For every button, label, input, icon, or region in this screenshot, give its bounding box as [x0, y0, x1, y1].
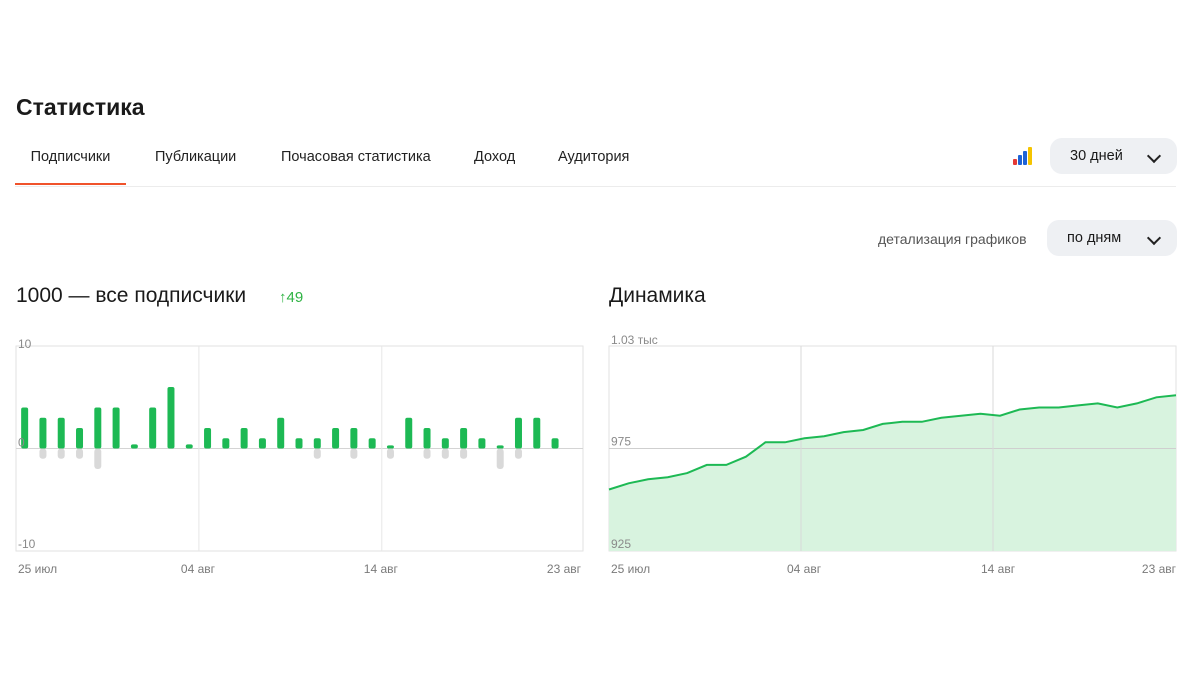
- bar-unsubscribed: [350, 448, 358, 459]
- bar-unsubscribed: [386, 448, 394, 459]
- detail-select[interactable]: по дням: [1047, 220, 1177, 256]
- tab-publications[interactable]: Публикации: [155, 138, 236, 185]
- delta-value: 49: [286, 289, 304, 306]
- dynamics-title: Динамика: [609, 284, 706, 307]
- period-value: 30 дней: [1070, 148, 1123, 164]
- dynamics-area-chart: 1.03 тыс 975 925 25 июл 04 авг 14 авг 23 авг: [608, 333, 1177, 576]
- y-tick-label: 1.03 тыс: [611, 333, 658, 347]
- x-tick-label: 23 авг: [1142, 562, 1177, 576]
- bar-subscribed: [94, 407, 102, 449]
- bar-subscribed: [386, 445, 394, 449]
- bar-subscribed: [39, 417, 47, 449]
- bar-unsubscribed: [94, 448, 102, 469]
- bar-subscribed: [277, 417, 285, 449]
- bar-subscribed: [478, 438, 486, 449]
- bar-subscribed: [551, 438, 559, 449]
- bar-unsubscribed: [57, 448, 65, 459]
- bar-unsubscribed: [76, 448, 84, 459]
- bar-unsubscribed: [441, 448, 449, 459]
- bar-subscribed: [514, 417, 522, 449]
- bar-unsubscribed: [460, 448, 468, 459]
- bar-subscribed: [350, 428, 358, 449]
- x-tick-label: 14 авг: [364, 562, 399, 576]
- bar-subscribed: [204, 428, 212, 449]
- bar-subscribed: [149, 407, 157, 449]
- subscribers-delta: ↑49: [279, 289, 303, 306]
- bar-subscribed: [496, 445, 504, 449]
- bar-subscribed: [313, 438, 321, 449]
- bar-subscribed: [295, 438, 303, 449]
- y-tick-label: -10: [18, 537, 36, 551]
- bar-subscribed: [460, 428, 468, 449]
- tab-hourly-stats[interactable]: Почасовая статистика: [281, 138, 431, 185]
- tab-audience[interactable]: Аудитория: [558, 138, 629, 185]
- chevron-down-icon: [1146, 230, 1162, 246]
- bar-chart-icon[interactable]: [1013, 147, 1033, 165]
- y-tick-label: 10: [18, 337, 32, 351]
- y-tick-label: 975: [611, 435, 631, 449]
- detail-value: по дням: [1067, 230, 1122, 246]
- period-select[interactable]: 30 дней: [1050, 138, 1177, 174]
- y-tick-label: 925: [611, 537, 631, 551]
- bar-subscribed: [240, 428, 248, 449]
- tab-subscribers[interactable]: Подписчики: [15, 138, 126, 185]
- bar-subscribed: [185, 444, 193, 449]
- arrow-up-icon: ↑: [279, 289, 287, 306]
- bar-subscribed: [441, 438, 449, 449]
- detail-label: детализация графиков: [878, 231, 1027, 247]
- x-tick-label: 04 авг: [181, 562, 216, 576]
- bar-subscribed: [76, 428, 84, 449]
- bar-subscribed: [405, 417, 413, 449]
- bar-subscribed: [222, 438, 230, 449]
- subscribers-title: 1000 — все подписчики: [16, 284, 247, 307]
- bar-subscribed: [368, 438, 376, 449]
- bar-unsubscribed: [423, 448, 431, 459]
- subscribers-bar-chart: 10 0 -10 25 июл 04 авг 14 авг 23 авг: [15, 337, 584, 576]
- area-fill: [609, 395, 1176, 551]
- bar-unsubscribed: [313, 448, 321, 459]
- bar-subscribed: [332, 428, 340, 449]
- bar-subscribed: [112, 407, 120, 449]
- bar-subscribed: [258, 438, 266, 449]
- x-tick-label: 25 июл: [18, 562, 57, 576]
- page-title: Статистика: [16, 94, 145, 120]
- bar-subscribed: [130, 444, 138, 449]
- bar-unsubscribed: [496, 448, 504, 469]
- bar-unsubscribed: [514, 448, 522, 459]
- x-tick-label: 14 авг: [981, 562, 1016, 576]
- x-tick-label: 04 авг: [787, 562, 822, 576]
- x-tick-label: 25 июл: [611, 562, 650, 576]
- bar-subscribed: [423, 428, 431, 449]
- bar-subscribed: [57, 417, 65, 449]
- chevron-down-icon: [1146, 148, 1162, 164]
- bar-subscribed: [533, 417, 541, 449]
- x-tick-label: 23 авг: [547, 562, 582, 576]
- bar-unsubscribed: [39, 448, 47, 459]
- bar-subscribed: [167, 387, 175, 449]
- tab-income[interactable]: Доход: [474, 138, 515, 185]
- y-tick-label: 0: [18, 436, 25, 450]
- tabs-bar: Подписчики Публикации Почасовая статисти…: [15, 138, 1176, 187]
